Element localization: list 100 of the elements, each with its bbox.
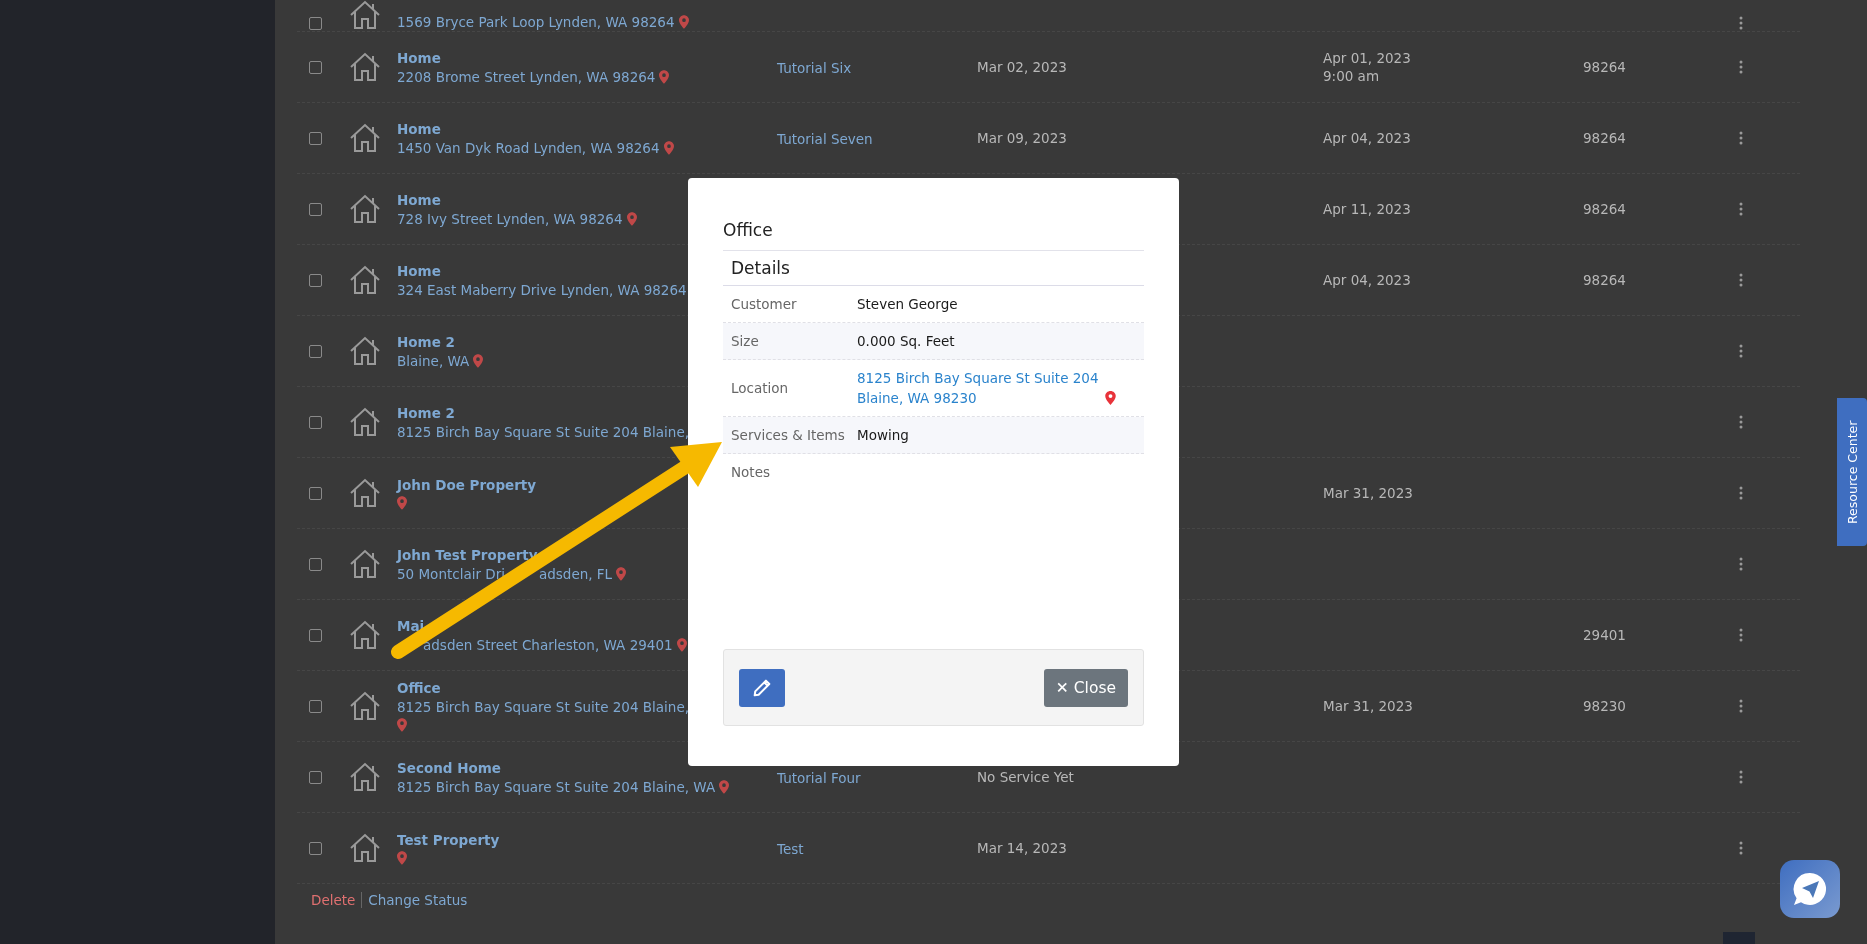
- more-options-icon[interactable]: [1739, 60, 1743, 74]
- next-service-date: Mar 31, 2023: [1323, 698, 1414, 714]
- house-icon: [349, 123, 381, 153]
- property-name-link[interactable]: Office: [397, 680, 441, 696]
- property-address-link[interactable]: 8125 Birch Bay Square St Suite 204 Blaine,: [397, 699, 689, 715]
- row-checkbox[interactable]: [308, 202, 322, 216]
- house-icon: [349, 620, 381, 650]
- row-checkbox[interactable]: [308, 841, 322, 855]
- pencil-icon: [753, 678, 771, 697]
- row-checkbox[interactable]: [308, 344, 322, 358]
- map-pin-icon[interactable]: [473, 353, 484, 368]
- next-service-date: Apr 04, 2023: [1323, 130, 1412, 146]
- section-heading: Details: [723, 251, 1144, 286]
- last-service-date: No Service Yet: [977, 769, 1075, 785]
- row-checkbox[interactable]: [308, 415, 322, 429]
- row-checkbox[interactable]: [308, 486, 322, 500]
- property-name-link[interactable]: Home: [397, 120, 441, 137]
- zip-code: 29401: [1583, 627, 1627, 643]
- map-pin-icon[interactable]: [397, 495, 407, 510]
- more-options-icon[interactable]: [1739, 699, 1743, 713]
- zip-code: 98230: [1583, 698, 1627, 714]
- field-value: 0.000 Sq. Feet: [857, 333, 955, 349]
- delete-link[interactable]: Delete: [311, 892, 356, 908]
- next-service-date: Apr 01, 2023: [1323, 50, 1412, 66]
- more-options-icon[interactable]: [1739, 628, 1743, 642]
- map-pin-icon[interactable]: [397, 718, 407, 732]
- next-service-date: Apr 11, 2023: [1323, 201, 1412, 217]
- field-label: Location: [731, 380, 789, 396]
- field-label: Notes: [731, 464, 770, 480]
- row-checkbox[interactable]: [308, 131, 322, 145]
- last-service-date: Mar 09, 2023: [977, 130, 1068, 146]
- property-address-link[interactable]: 8125 Birch Bay Square St Suite 204 Blaine, WA: [397, 778, 716, 795]
- service-link[interactable]: Tutorial Six: [777, 59, 852, 76]
- row-checkbox[interactable]: [308, 628, 322, 642]
- property-name-link[interactable]: Home: [397, 49, 441, 66]
- row-checkbox[interactable]: [308, 770, 322, 784]
- edit-button[interactable]: [739, 668, 785, 707]
- map-pin-icon[interactable]: [1104, 391, 1116, 405]
- property-address-link[interactable]: 1569 Bryce Park Loop Lynden, WA 98264: [397, 14, 675, 30]
- property-address-link[interactable]: 2208 Brome Street Lynden, WA 98264: [397, 68, 656, 85]
- map-pin-icon[interactable]: [678, 15, 689, 29]
- house-icon: [349, 478, 381, 508]
- house-icon: [349, 336, 381, 366]
- next-service-date: Mar 31, 2023: [1323, 485, 1414, 501]
- property-name-link[interactable]: Home: [397, 191, 441, 208]
- map-pin-icon[interactable]: [616, 566, 627, 581]
- more-options-icon[interactable]: [1739, 344, 1743, 358]
- property-address-link[interactable]: adsden, FL: [538, 565, 613, 582]
- service-link[interactable]: Tutorial Seven: [777, 130, 873, 147]
- more-options-icon[interactable]: [1739, 557, 1743, 571]
- house-icon: [349, 52, 381, 82]
- zip-code: 98264: [1583, 272, 1627, 288]
- row-checkbox[interactable]: [308, 60, 322, 74]
- map-pin-icon[interactable]: [663, 140, 674, 155]
- field-value: Mowing: [857, 427, 909, 443]
- more-options-icon[interactable]: [1739, 486, 1743, 500]
- property-name-link[interactable]: Home 2: [397, 404, 455, 421]
- more-options-icon[interactable]: [1739, 841, 1743, 855]
- property-name-link[interactable]: Home 2: [397, 333, 455, 350]
- more-options-icon[interactable]: [1739, 202, 1743, 216]
- change-status-link[interactable]: Change Status: [368, 892, 468, 908]
- house-icon: [349, 833, 381, 863]
- more-options-icon[interactable]: [1739, 770, 1743, 784]
- map-pin-icon[interactable]: [719, 779, 730, 794]
- property-name-link[interactable]: Home: [397, 262, 441, 279]
- row-checkbox[interactable]: [308, 557, 322, 571]
- property-address-link[interactable]: 1450 Van Dyk Road Lynden, WA 98264: [397, 139, 660, 156]
- service-link[interactable]: Test: [777, 840, 804, 857]
- map-pin-icon[interactable]: [626, 211, 637, 226]
- row-checkbox[interactable]: [308, 17, 322, 30]
- zip-code: 98264: [1583, 130, 1627, 146]
- more-options-icon[interactable]: [1739, 131, 1743, 145]
- resource-center-tab[interactable]: Resource Center: [1837, 398, 1867, 546]
- property-address-link[interactable]: 728 Ivy Street Lynden, WA 98264: [397, 210, 623, 227]
- service-link[interactable]: Tutorial Four: [777, 769, 861, 786]
- more-options-icon[interactable]: [1739, 16, 1743, 30]
- property-name-link[interactable]: Mai: [397, 617, 425, 634]
- row-checkbox[interactable]: [308, 699, 322, 713]
- map-pin-icon[interactable]: [659, 69, 670, 84]
- last-service-date: Mar 14, 2023: [977, 840, 1068, 856]
- chat-button[interactable]: [1780, 860, 1840, 918]
- next-service-date: Apr 04, 2023: [1323, 272, 1412, 288]
- last-service-date: Mar 02, 2023: [977, 59, 1068, 75]
- property-name-link[interactable]: Second Home: [397, 759, 501, 776]
- property-name-link[interactable]: Test Property: [397, 831, 500, 848]
- property-address-link[interactable]: Blaine, WA: [397, 352, 470, 369]
- more-options-icon[interactable]: [1739, 415, 1743, 429]
- more-options-icon[interactable]: [1739, 273, 1743, 287]
- house-icon: [349, 194, 381, 224]
- property-address-link[interactable]: adsden Street Charleston, WA 29401: [423, 636, 673, 653]
- row-checkbox[interactable]: [308, 273, 322, 287]
- location-link[interactable]: 8125 Birch Bay Square St Suite 204 Blaine, WA 98230: [857, 368, 1099, 408]
- map-pin-icon[interactable]: [676, 637, 687, 652]
- property-name-link[interactable]: John Doe Property: [397, 476, 537, 493]
- field-value: Steven George: [857, 296, 958, 312]
- house-icon: [349, 762, 381, 792]
- property-address-link[interactable]: 324 East Maberry Drive Lynden, WA 98264: [397, 281, 687, 298]
- map-pin-icon[interactable]: [397, 850, 407, 865]
- property-address-link[interactable]: 8125 Birch Bay Square St Suite 204 Blaine,: [397, 423, 689, 440]
- close-button[interactable]: ✕ Close: [1043, 668, 1128, 707]
